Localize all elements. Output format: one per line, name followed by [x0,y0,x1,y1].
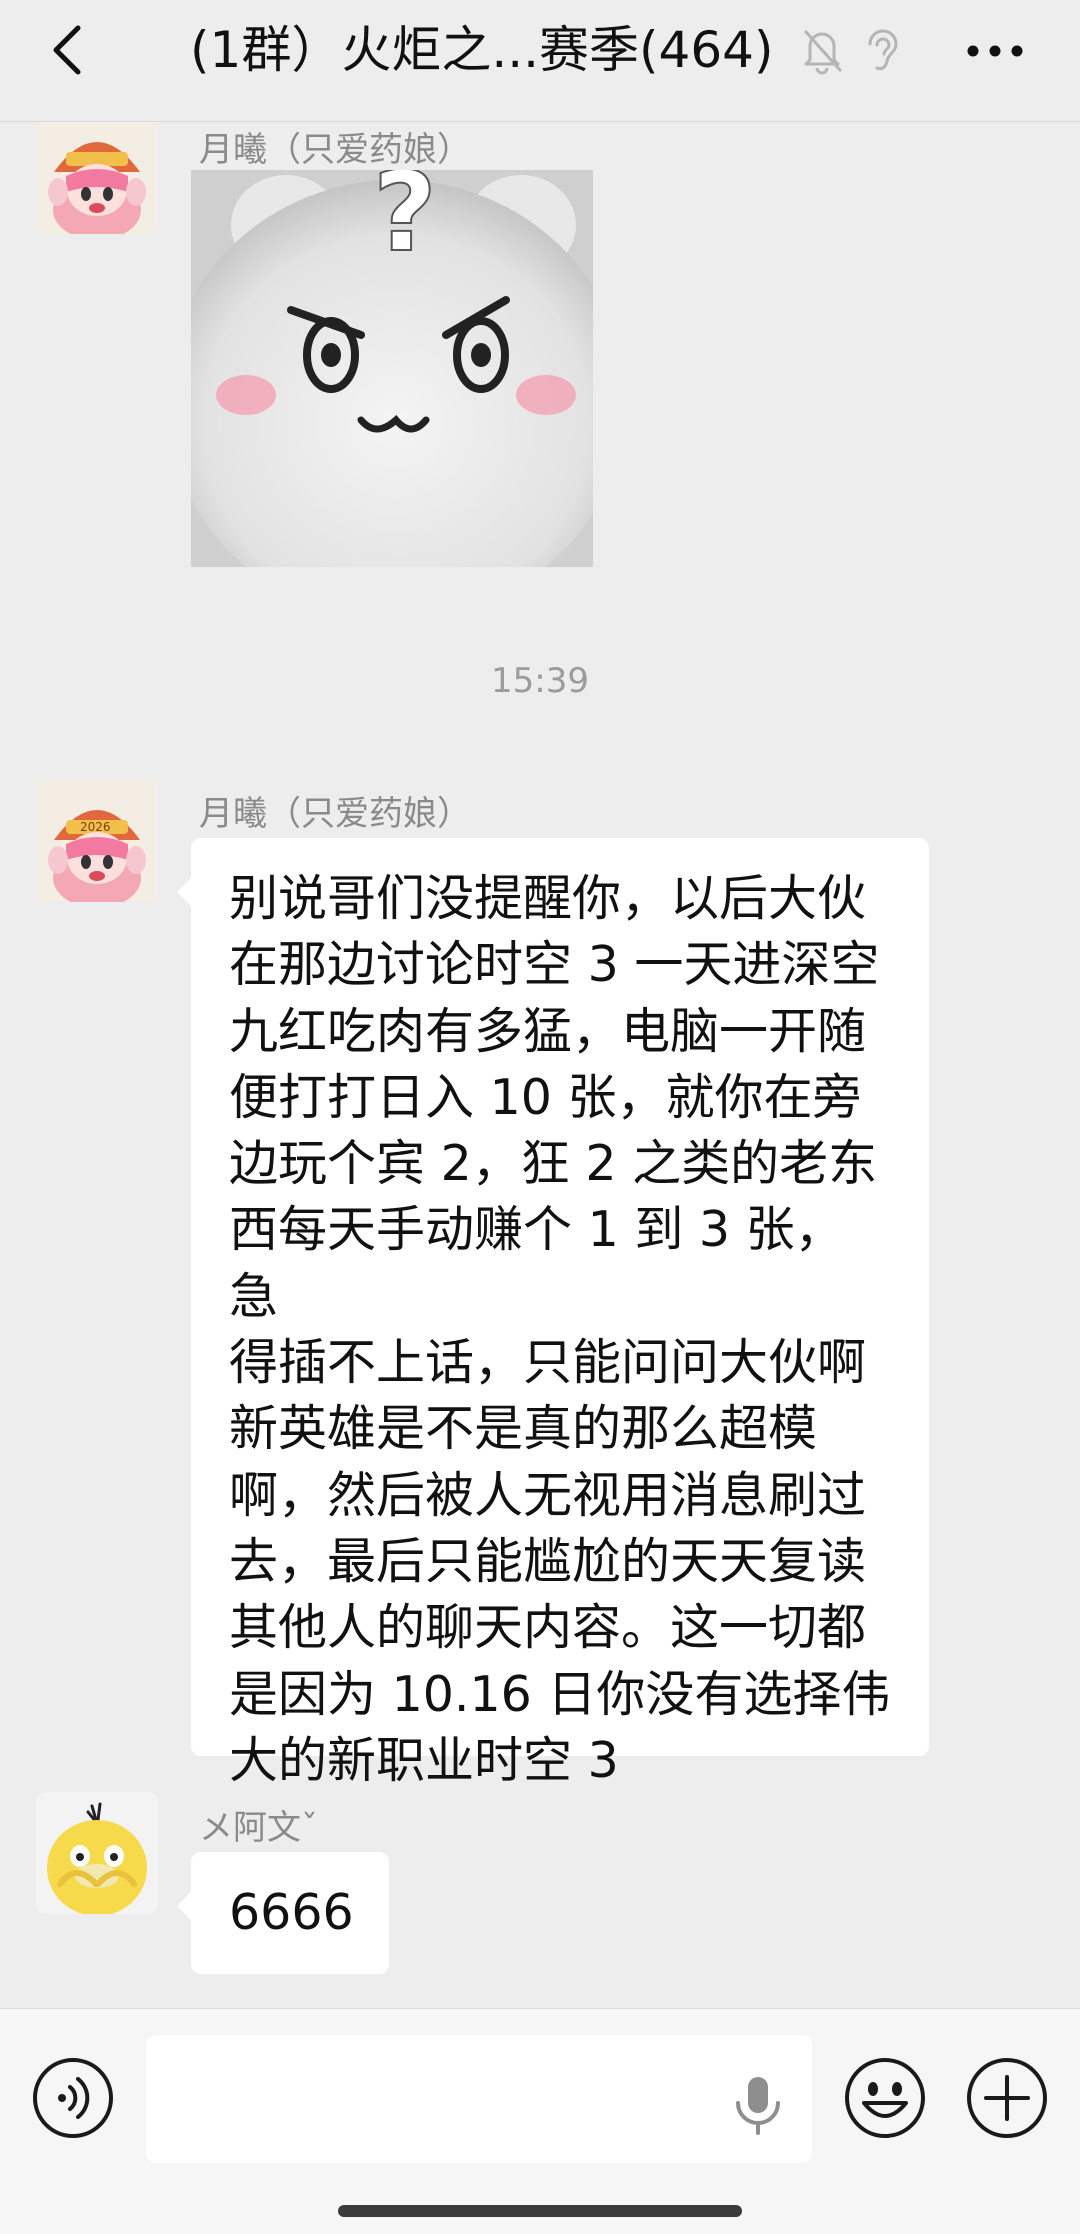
message-line: 得插不上话，只能问问大伙啊 [229,1334,867,1392]
white-bear-question-sticker: ? [191,170,593,567]
message-list[interactable]: 月曦（只爱药娘） ? 15:39 2026 月曦（只爱药娘） 别说哥们没提醒你，… [0,122,1080,2008]
avatar-sender-3[interactable] [36,1792,158,1914]
tiger-girl-avatar [36,122,158,234]
voice-wave-icon [33,2058,113,2138]
input-bar [0,2008,1080,2234]
message-line: 在那边讨论时空 3 一天进深空 [229,936,880,994]
sender-name: メ阿文ˇ [199,1808,318,1848]
microphone-icon [736,2077,780,2135]
voice-input-button[interactable] [732,2075,784,2137]
emoji-button[interactable] [844,2057,926,2139]
yellow-duck-avatar [36,1792,158,1914]
message-input[interactable] [146,2035,812,2163]
smiley-icon [845,2058,925,2138]
more-functions-button[interactable] [966,2057,1048,2139]
message-line: 九红吃肉有多猛，电脑一开随 [229,1002,867,1060]
message-bubble[interactable]: 别说哥们没提醒你，以后大伙 在那边讨论时空 3 一天进深空 九红吃肉有多猛，电脑… [177,838,929,1789]
home-indicator[interactable] [338,2205,742,2217]
bell-slash-icon [804,30,842,75]
avatar-sender-1[interactable] [36,122,158,234]
sender-name: 月曦（只爱药娘） [199,794,471,834]
chat-title[interactable]: (1群）火炬之...赛季(464) [190,18,790,82]
avatar-year-text: 2026 [80,820,111,834]
message-line: 西每天手动赚个 1 到 3 张，急 [229,1201,844,1325]
chevron-left-icon [53,25,81,75]
tiger-girl-avatar: 2026 [36,780,158,902]
ear-icon [868,29,898,71]
more-button[interactable] [960,26,1030,76]
voice-mode-button[interactable] [32,2057,114,2139]
avatar-sender-2[interactable]: 2026 [36,780,158,902]
message-line: 大的新职业时空 3 [229,1731,619,1789]
sender-name: 月曦（只爱药娘） [199,130,471,170]
message-line: 其他人的聊天内容。这一切都 [229,1599,867,1657]
message-line: 啊，然后被人无视用消息刷过 [229,1466,867,1524]
chat-header: (1群）火炬之...赛季(464) [0,0,1080,122]
message-line: 去，最后只能尴尬的天天复读 [229,1532,867,1590]
message-bubble[interactable]: 6666 [177,1852,389,1974]
message-line: 新英雄是不是真的那么超模 [229,1400,818,1458]
sticker-image[interactable]: ? [191,170,593,567]
sticker-question-mark: ? [373,170,437,276]
message-text: 6666 [229,1884,354,1941]
plus-circle-icon [967,2058,1047,2138]
message-text: 别说哥们没提醒你，以后大伙 在那边讨论时空 3 一天进深空 九红吃肉有多猛，电脑… [229,866,891,1794]
message-line: 边玩个宾 2，狂 2 之类的老东 [229,1135,878,1193]
message-line: 别说哥们没提醒你，以后大伙 [229,870,867,927]
back-button[interactable] [40,22,96,78]
message-line: 是因为 10.16 日你没有选择伟 [229,1665,891,1723]
timestamp: 15:39 [491,661,589,701]
ellipsis-icon [967,45,1023,57]
message-line: 便打打日入 10 张，就你在旁 [229,1068,862,1126]
